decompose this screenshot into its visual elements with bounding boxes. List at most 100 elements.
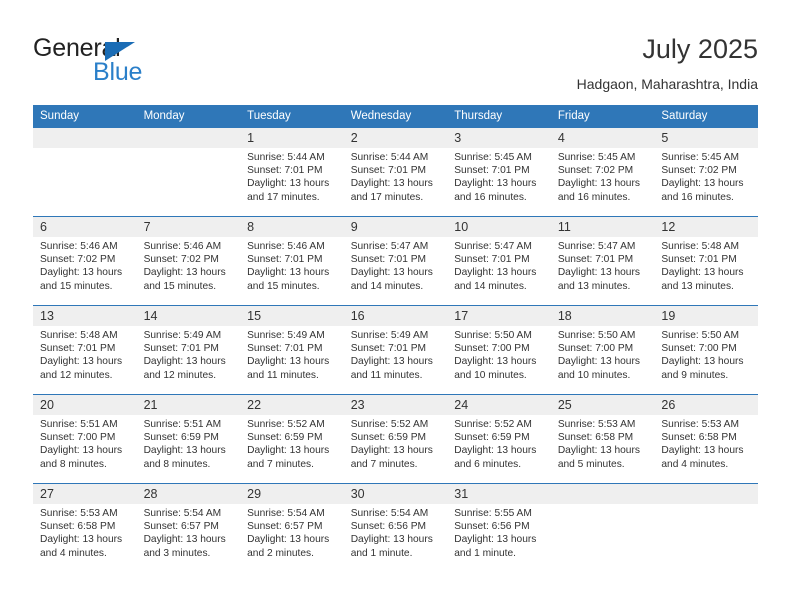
sunset-time: Sunset: 7:02 PM bbox=[661, 165, 737, 177]
daylight-duration-line2: and 17 minutes. bbox=[247, 191, 320, 203]
calendar-day-cell[interactable]: 22 Sunrise: 5:52 AM Sunset: 6:59 PM Dayligh… bbox=[240, 394, 344, 484]
sunset-time: Sunset: 7:00 PM bbox=[40, 432, 116, 444]
calendar-day-cell[interactable]: 9 Sunrise: 5:47 AM Sunset: 7:01 PM Daylight… bbox=[343, 216, 448, 306]
calendar-day-cell[interactable]: 31 Sunrise: 5:55 AM Sunset: 6:56 PM Dayligh… bbox=[447, 483, 551, 573]
calendar-page: General Blue July 2025 Hadgaon, Maharash… bbox=[0, 0, 792, 612]
calendar-day-cell[interactable]: 20 Sunrise: 5:51 AM Sunset: 7:00 PM Dayligh… bbox=[33, 394, 137, 484]
weekday-header-row: Sunday Monday Tuesday Wednesday Thursday… bbox=[33, 105, 758, 128]
sunrise-time: Sunrise: 5:54 AM bbox=[143, 508, 222, 519]
daylight-duration-line1: Daylight: 13 hours bbox=[350, 178, 433, 190]
sunrise-time: Sunrise: 5:53 AM bbox=[557, 419, 636, 430]
calendar-day-cell[interactable]: 11 Sunrise: 5:47 AM Sunset: 7:01 PM Dayligh… bbox=[550, 216, 655, 306]
calendar-day-cell[interactable]: 25 Sunrise: 5:53 AM Sunset: 6:58 PM Dayligh… bbox=[550, 394, 655, 484]
calendar-day-cell[interactable]: 13 Sunrise: 5:48 AM Sunset: 7:01 PM Dayligh… bbox=[33, 305, 137, 395]
location-subtitle: Hadgaon, Maharashtra, India bbox=[576, 76, 758, 92]
day-details: Sunrise: 5:48 AM Sunset: 7:01 PM Daylight:… bbox=[33, 326, 137, 382]
day-details: Sunrise: 5:46 AM Sunset: 7:02 PM Daylight:… bbox=[137, 237, 241, 293]
daylight-duration-line1: Daylight: 13 hours bbox=[557, 267, 640, 279]
daylight-duration-line1: Daylight: 13 hours bbox=[661, 178, 744, 190]
sunset-time: Sunset: 7:01 PM bbox=[247, 254, 323, 266]
daylight-duration-line2: and 14 minutes. bbox=[454, 280, 527, 292]
sunrise-time: Sunrise: 5:53 AM bbox=[661, 419, 739, 430]
calendar-day-cell[interactable]: 3 Sunrise: 5:45 AM Sunset: 7:01 PM Daylight… bbox=[447, 127, 551, 217]
daylight-duration-line2: and 17 minutes. bbox=[350, 191, 424, 203]
day-number: 15 bbox=[240, 306, 344, 326]
sunrise-time: Sunrise: 5:48 AM bbox=[661, 241, 739, 252]
calendar-day-cell[interactable]: 19 Sunrise: 5:50 AM Sunset: 7:00 PM Dayligh… bbox=[654, 305, 758, 395]
calendar-day-cell[interactable]: 16 Sunrise: 5:49 AM Sunset: 7:01 PM Dayligh… bbox=[343, 305, 448, 395]
calendar-day-cell[interactable]: 7 Sunrise: 5:46 AM Sunset: 7:02 PM Daylight… bbox=[136, 216, 241, 306]
sunset-time: Sunset: 7:01 PM bbox=[454, 254, 530, 266]
calendar-day-cell[interactable]: 27 Sunrise: 5:53 AM Sunset: 6:58 PM Dayligh… bbox=[33, 483, 137, 573]
calendar-day-cell[interactable]: 1 Sunrise: 5:44 AM Sunset: 7:01 PM Daylight… bbox=[240, 127, 344, 217]
weekday-header-thursday: Thursday bbox=[447, 105, 551, 128]
sunset-time: Sunset: 7:01 PM bbox=[350, 165, 427, 177]
calendar-day-cell[interactable]: 4 Sunrise: 5:45 AM Sunset: 7:02 PM Daylight… bbox=[550, 127, 655, 217]
daylight-duration-line1: Daylight: 13 hours bbox=[557, 356, 640, 368]
weekday-header-sunday: Sunday bbox=[33, 105, 137, 128]
daylight-duration-line2: and 15 minutes. bbox=[143, 280, 217, 292]
sunrise-time: Sunrise: 5:52 AM bbox=[247, 419, 325, 430]
page-title: July 2025 bbox=[642, 34, 758, 64]
sunrise-time: Sunrise: 5:55 AM bbox=[454, 508, 532, 519]
calendar-day-cell[interactable]: 8 Sunrise: 5:46 AM Sunset: 7:01 PM Daylight… bbox=[240, 216, 344, 306]
day-details: Sunrise: 5:50 AM Sunset: 7:00 PM Daylight:… bbox=[447, 326, 551, 382]
calendar-day-cell[interactable]: 17 Sunrise: 5:50 AM Sunset: 7:00 PM Dayligh… bbox=[447, 305, 551, 395]
calendar-day-cell[interactable]: 28 Sunrise: 5:54 AM Sunset: 6:57 PM Dayligh… bbox=[136, 483, 241, 573]
day-details: Sunrise: 5:55 AM Sunset: 6:56 PM Daylight:… bbox=[447, 504, 551, 560]
calendar-day-cell[interactable]: 24 Sunrise: 5:52 AM Sunset: 6:59 PM Dayligh… bbox=[447, 394, 551, 484]
calendar-day-cell[interactable]: 14 Sunrise: 5:49 AM Sunset: 7:01 PM Dayligh… bbox=[136, 305, 241, 395]
daylight-duration-line2: and 1 minute. bbox=[350, 547, 413, 559]
day-number: 28 bbox=[136, 484, 241, 504]
sunset-time: Sunset: 6:58 PM bbox=[661, 432, 737, 444]
weekday-header-saturday: Saturday bbox=[654, 105, 758, 128]
daylight-duration-line1: Daylight: 13 hours bbox=[661, 445, 744, 457]
calendar-day-cell[interactable]: 15 Sunrise: 5:49 AM Sunset: 7:01 PM Dayligh… bbox=[240, 305, 344, 395]
day-number: 5 bbox=[654, 128, 758, 148]
sunset-time: Sunset: 7:01 PM bbox=[247, 165, 323, 177]
daylight-duration-line2: and 7 minutes. bbox=[350, 458, 418, 470]
calendar-day-cell[interactable]: 6 Sunrise: 5:46 AM Sunset: 7:02 PM Daylight… bbox=[33, 216, 137, 306]
day-details: Sunrise: 5:45 AM Sunset: 7:02 PM Daylight:… bbox=[654, 148, 758, 204]
daylight-duration-line1: Daylight: 13 hours bbox=[350, 356, 433, 368]
day-details: Sunrise: 5:49 AM Sunset: 7:01 PM Daylight:… bbox=[344, 326, 448, 382]
calendar-day-cell[interactable]: 5 Sunrise: 5:45 AM Sunset: 7:02 PM Daylight… bbox=[654, 127, 758, 217]
day-number: 18 bbox=[550, 306, 655, 326]
day-details: Sunrise: 5:53 AM Sunset: 6:58 PM Daylight:… bbox=[33, 504, 137, 560]
daylight-duration-line1: Daylight: 13 hours bbox=[454, 356, 537, 368]
daylight-duration-line2: and 7 minutes. bbox=[247, 458, 314, 470]
day-number bbox=[550, 484, 655, 504]
sunset-time: Sunset: 6:59 PM bbox=[247, 432, 323, 444]
calendar-day-cell[interactable]: 10 Sunrise: 5:47 AM Sunset: 7:01 PM Dayligh… bbox=[447, 216, 551, 306]
calendar-day-cell[interactable]: 2 Sunrise: 5:44 AM Sunset: 7:01 PM Daylight… bbox=[343, 127, 448, 217]
calendar-day-cell[interactable]: 29 Sunrise: 5:54 AM Sunset: 6:57 PM Dayligh… bbox=[240, 483, 344, 573]
sunrise-time: Sunrise: 5:44 AM bbox=[247, 152, 325, 163]
general-blue-logo[interactable]: General Blue bbox=[33, 34, 243, 92]
calendar-day-cell[interactable]: 21 Sunrise: 5:51 AM Sunset: 6:59 PM Dayligh… bbox=[136, 394, 241, 484]
day-details: Sunrise: 5:54 AM Sunset: 6:57 PM Daylight:… bbox=[137, 504, 241, 560]
daylight-duration-line2: and 5 minutes. bbox=[557, 458, 625, 470]
sunrise-time: Sunrise: 5:52 AM bbox=[454, 419, 532, 430]
calendar-day-cell[interactable]: 12 Sunrise: 5:48 AM Sunset: 7:01 PM Dayligh… bbox=[654, 216, 758, 306]
daylight-duration-line2: and 9 minutes. bbox=[661, 369, 729, 381]
sunrise-time: Sunrise: 5:50 AM bbox=[557, 330, 636, 341]
calendar-day-cell[interactable]: 26 Sunrise: 5:53 AM Sunset: 6:58 PM Dayligh… bbox=[654, 394, 758, 484]
calendar-week-row: 20 Sunrise: 5:51 AM Sunset: 7:00 PM Dayligh… bbox=[33, 394, 758, 484]
daylight-duration-line1: Daylight: 13 hours bbox=[40, 445, 123, 457]
sunset-time: Sunset: 7:01 PM bbox=[40, 343, 116, 355]
calendar-day-cell[interactable]: 18 Sunrise: 5:50 AM Sunset: 7:00 PM Dayligh… bbox=[550, 305, 655, 395]
calendar-day-cell[interactable]: 23 Sunrise: 5:52 AM Sunset: 6:59 PM Dayligh… bbox=[343, 394, 448, 484]
calendar-week-row: 1 Sunrise: 5:44 AM Sunset: 7:01 PM Daylight… bbox=[33, 127, 758, 217]
daylight-duration-line1: Daylight: 13 hours bbox=[247, 445, 330, 457]
logo-text-blue: Blue bbox=[93, 58, 143, 86]
sunset-time: Sunset: 6:59 PM bbox=[143, 432, 219, 444]
day-number: 8 bbox=[240, 217, 344, 237]
calendar-cell-empty bbox=[33, 127, 137, 217]
daylight-duration-line2: and 4 minutes. bbox=[661, 458, 729, 470]
day-number: 24 bbox=[447, 395, 551, 415]
daylight-duration-line2: and 1 minute. bbox=[454, 547, 516, 559]
calendar-day-cell[interactable]: 30 Sunrise: 5:54 AM Sunset: 6:56 PM Dayligh… bbox=[343, 483, 448, 573]
calendar-cell-empty bbox=[550, 483, 655, 573]
daylight-duration-line1: Daylight: 13 hours bbox=[454, 178, 537, 190]
day-number: 9 bbox=[343, 217, 448, 237]
